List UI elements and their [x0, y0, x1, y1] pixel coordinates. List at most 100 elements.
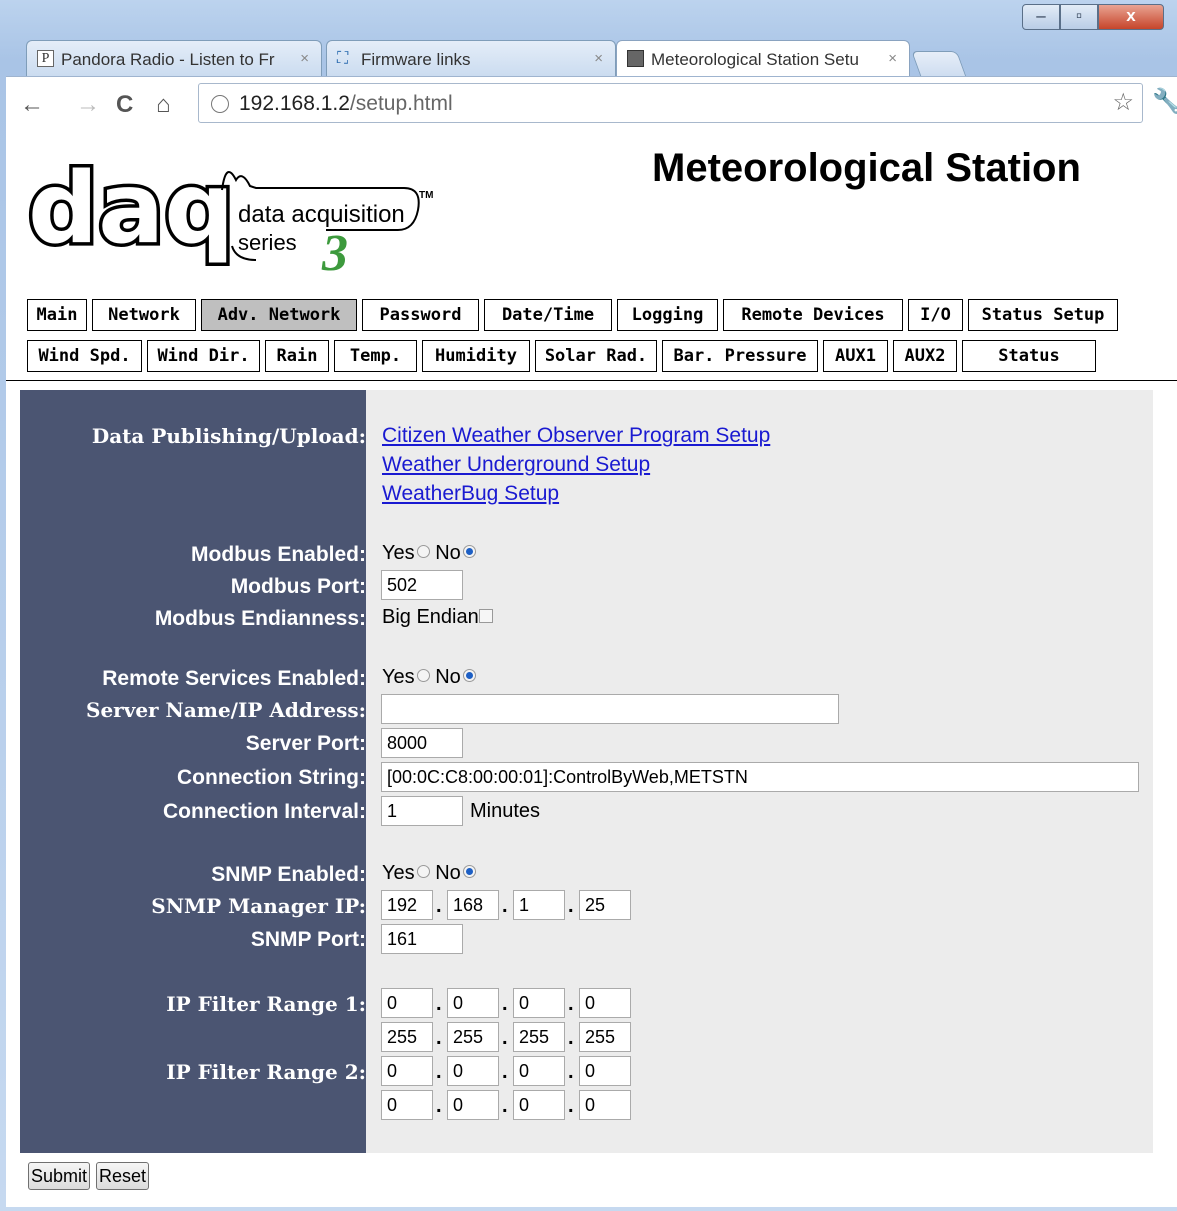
- filter1-start-octet-1[interactable]: 0: [381, 988, 433, 1018]
- daq-logo: daq daq data acquisition series TM 3: [26, 150, 433, 282]
- big-endian-checkbox[interactable]: [478, 608, 493, 623]
- close-window-button[interactable]: x: [1098, 4, 1164, 30]
- ip-dot: .: [502, 895, 508, 917]
- remote-no-radio[interactable]: [462, 669, 476, 683]
- tab-io[interactable]: I/O: [908, 299, 963, 331]
- tab-meteorological-station[interactable]: Meteorological Station Setu ×: [616, 40, 910, 77]
- submit-button[interactable]: Submit: [28, 1162, 91, 1190]
- filter1-start-octet-4[interactable]: 0: [579, 988, 631, 1018]
- snmp-ip-octet-1[interactable]: 192: [381, 890, 433, 920]
- server-name-input[interactable]: [381, 694, 839, 724]
- ip-dot: .: [568, 1095, 574, 1117]
- tab-date-time[interactable]: Date/Time: [484, 299, 612, 331]
- tab-status-setup[interactable]: Status Setup: [968, 299, 1118, 331]
- filter2-end-octet-2[interactable]: 0: [447, 1090, 499, 1120]
- link-wunderground-text[interactable]: Weather Underground Setup: [382, 453, 650, 476]
- tab-firmware-links[interactable]: ⛶ Firmware links ×: [326, 40, 616, 76]
- reload-icon[interactable]: C: [116, 91, 133, 119]
- snmp-ip-octet-3[interactable]: 1: [513, 890, 565, 920]
- maximize-button[interactable]: ▫: [1060, 4, 1098, 30]
- modbus-enabled-radios: Yes No: [382, 542, 476, 565]
- close-icon[interactable]: ×: [300, 50, 309, 67]
- link-weatherbug[interactable]: WeatherBug Setup: [382, 482, 559, 506]
- logo-tagline1: data acquisition: [238, 201, 405, 228]
- modbus-yes-radio[interactable]: [416, 545, 430, 559]
- filter2-start-octet-4[interactable]: 0: [579, 1056, 631, 1086]
- yes-label: Yes: [382, 666, 415, 688]
- tab-bar-pressure[interactable]: Bar. Pressure: [662, 340, 818, 372]
- url-text: 192.168.1.2/setup.html: [239, 92, 453, 116]
- modbus-no-radio[interactable]: [462, 545, 476, 559]
- nav-row-2: Wind Spd. Wind Dir. Rain Temp. Humidity …: [22, 335, 1101, 377]
- label-modbus-port: Modbus Port:: [230, 575, 366, 598]
- snmp-no-radio[interactable]: [462, 865, 476, 879]
- filter2-end-octet-4[interactable]: 0: [579, 1090, 631, 1120]
- tab-wind-dir[interactable]: Wind Dir.: [147, 340, 260, 372]
- ip-dot: .: [502, 993, 508, 1015]
- snmp-yes-radio[interactable]: [416, 865, 430, 879]
- filter1-start-octet-3[interactable]: 0: [513, 988, 565, 1018]
- label-snmp-port: SNMP Port:: [250, 928, 366, 951]
- tab-status[interactable]: Status: [962, 340, 1096, 372]
- tab-main[interactable]: Main: [27, 299, 87, 331]
- tab-aux1[interactable]: AUX1: [823, 340, 888, 372]
- filter1-end-octet-4[interactable]: 255: [579, 1022, 631, 1052]
- tab-solar-rad[interactable]: Solar Rad.: [535, 340, 657, 372]
- tab-network[interactable]: Network: [92, 299, 196, 331]
- label-connection-string: Connection String:: [177, 766, 366, 789]
- title-bar: P Pandora Radio - Listen to Fr × ⛶ Firmw…: [0, 0, 1177, 88]
- back-icon[interactable]: ←: [20, 91, 44, 119]
- filter1-end-octet-3[interactable]: 255: [513, 1022, 565, 1052]
- filter1-end-octet-2[interactable]: 255: [447, 1022, 499, 1052]
- tab-logging[interactable]: Logging: [617, 299, 718, 331]
- tab-remote-devices[interactable]: Remote Devices: [723, 299, 903, 331]
- tab-wind-spd[interactable]: Wind Spd.: [27, 340, 142, 372]
- snmp-ip-octet-4[interactable]: 25: [579, 890, 631, 920]
- form-fields-column: Citizen Weather Observer Program Setup W…: [366, 390, 1153, 1153]
- minimize-button[interactable]: –: [1022, 4, 1060, 30]
- link-weatherbug-text[interactable]: WeatherBug Setup: [382, 482, 559, 505]
- tab-adv-network[interactable]: Adv. Network: [201, 299, 357, 331]
- close-icon[interactable]: ×: [594, 50, 603, 67]
- filter1-start-octet-2[interactable]: 0: [447, 988, 499, 1018]
- tab-aux2[interactable]: AUX2: [893, 340, 957, 372]
- home-icon[interactable]: ⌂: [156, 91, 171, 119]
- connection-string-input[interactable]: [00:0C:C8:00:00:01]:ControlByWeb,METSTN: [381, 762, 1139, 792]
- tab-rain[interactable]: Rain: [265, 340, 329, 372]
- snmp-ip-octet-2[interactable]: 168: [447, 890, 499, 920]
- bookmark-star-icon[interactable]: ☆: [1112, 88, 1134, 117]
- filter2-start-octet-3[interactable]: 0: [513, 1056, 565, 1086]
- yes-label: Yes: [382, 542, 415, 564]
- link-cwop-text[interactable]: Citizen Weather Observer Program Setup: [382, 424, 770, 447]
- link-cwop[interactable]: Citizen Weather Observer Program Setup: [382, 424, 770, 448]
- tab-humidity[interactable]: Humidity: [422, 340, 530, 372]
- tab-pandora[interactable]: P Pandora Radio - Listen to Fr ×: [26, 40, 322, 76]
- connection-interval-input[interactable]: 1: [381, 796, 463, 826]
- modbus-port-input[interactable]: 502: [381, 570, 463, 600]
- address-bar[interactable]: 192.168.1.2/setup.html ☆: [198, 83, 1143, 123]
- new-tab-button[interactable]: [911, 51, 967, 78]
- minutes-label: Minutes: [470, 800, 541, 822]
- globe-icon: [211, 95, 229, 113]
- reset-button[interactable]: Reset: [96, 1162, 150, 1190]
- tab-password[interactable]: Password: [362, 299, 479, 331]
- yes-label: Yes: [382, 862, 415, 884]
- label-snmp-manager: SNMP Manager IP:: [151, 894, 366, 918]
- remote-yes-radio[interactable]: [416, 669, 430, 683]
- ip-dot: .: [436, 1027, 442, 1049]
- snmp-port-input[interactable]: 161: [381, 924, 463, 954]
- link-wunderground[interactable]: Weather Underground Setup: [382, 453, 650, 477]
- close-icon[interactable]: ×: [888, 50, 897, 67]
- forward-icon[interactable]: →: [76, 91, 100, 119]
- server-port-input[interactable]: 8000: [381, 728, 463, 758]
- tab-temp[interactable]: Temp.: [334, 340, 417, 372]
- wrench-icon[interactable]: 🔧: [1152, 87, 1177, 116]
- filter2-end-octet-3[interactable]: 0: [513, 1090, 565, 1120]
- filter2-end-octet-1[interactable]: 0: [381, 1090, 433, 1120]
- label-modbus-enabled: Modbus Enabled:: [191, 543, 366, 566]
- filter2-start-octet-1[interactable]: 0: [381, 1056, 433, 1086]
- filter2-start-octet-2[interactable]: 0: [447, 1056, 499, 1086]
- label-data-publishing: Data Publishing/Upload:: [91, 424, 366, 448]
- filter1-end-octet-1[interactable]: 255: [381, 1022, 433, 1052]
- page-icon: [627, 50, 644, 67]
